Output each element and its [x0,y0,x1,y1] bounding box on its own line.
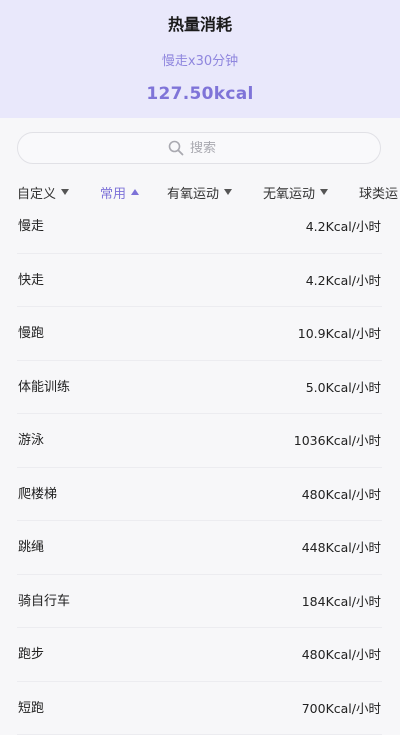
search-bar[interactable] [17,132,381,164]
header: 热量消耗 慢走x30分钟 127.50kcal [0,0,400,118]
caret-up-icon [131,189,139,195]
exercise-name: 慢跑 [18,324,44,344]
exercise-name: 跑步 [18,645,44,665]
page-title: 热量消耗 [0,13,400,37]
list-item[interactable]: 短跑 700Kcal/小时 [17,682,382,735]
tab-label: 有氧运动 [167,183,219,202]
exercise-name: 快走 [18,271,44,291]
exercise-name: 体能训练 [18,378,70,398]
caret-down-icon [224,189,232,195]
search-icon [168,140,184,156]
exercise-calories: 480Kcal/小时 [302,485,381,505]
exercise-calories: 5.0Kcal/小时 [306,378,381,398]
tab-label: 自定义 [17,183,56,202]
exercise-calories: 700Kcal/小时 [302,699,381,719]
exercise-name: 短跑 [18,699,44,719]
tab-label: 常用 [100,183,126,202]
calorie-total: 127.50kcal [0,82,400,106]
exercise-calories: 1036Kcal/小时 [294,431,381,451]
tab-label: 无氧运动 [263,183,315,202]
exercise-name: 跳绳 [18,538,44,558]
list-item[interactable]: 快走 4.2Kcal/小时 [17,254,382,308]
list-item[interactable]: 骑自行车 184Kcal/小时 [17,575,382,629]
tab-label: 球类运 [359,183,398,202]
exercise-calories: 4.2Kcal/小时 [306,271,381,291]
list-item[interactable]: 爬楼梯 480Kcal/小时 [17,468,382,522]
exercise-calories: 4.2Kcal/小时 [306,217,381,237]
exercise-name: 慢走 [18,217,44,237]
list-item[interactable]: 慢跑 10.9Kcal/小时 [17,307,382,361]
exercise-calories: 184Kcal/小时 [302,592,381,612]
exercise-calories: 448Kcal/小时 [302,538,381,558]
caret-down-icon [61,189,69,195]
exercise-name: 骑自行车 [18,592,70,612]
exercise-name: 游泳 [18,431,44,451]
search-input[interactable] [190,141,230,156]
exercise-calories: 480Kcal/小时 [302,645,381,665]
caret-down-icon [320,189,328,195]
exercise-list: 慢走 4.2Kcal/小时 快走 4.2Kcal/小时 慢跑 10.9Kcal/… [0,200,400,735]
list-item[interactable]: 慢走 4.2Kcal/小时 [17,200,382,254]
exercise-name: 爬楼梯 [18,485,57,505]
exercise-calories: 10.9Kcal/小时 [298,324,381,344]
activity-summary: 慢走x30分钟 [0,52,400,72]
list-item[interactable]: 体能训练 5.0Kcal/小时 [17,361,382,415]
list-item[interactable]: 跑步 480Kcal/小时 [17,628,382,682]
list-item[interactable]: 游泳 1036Kcal/小时 [17,414,382,468]
list-item[interactable]: 跳绳 448Kcal/小时 [17,521,382,575]
